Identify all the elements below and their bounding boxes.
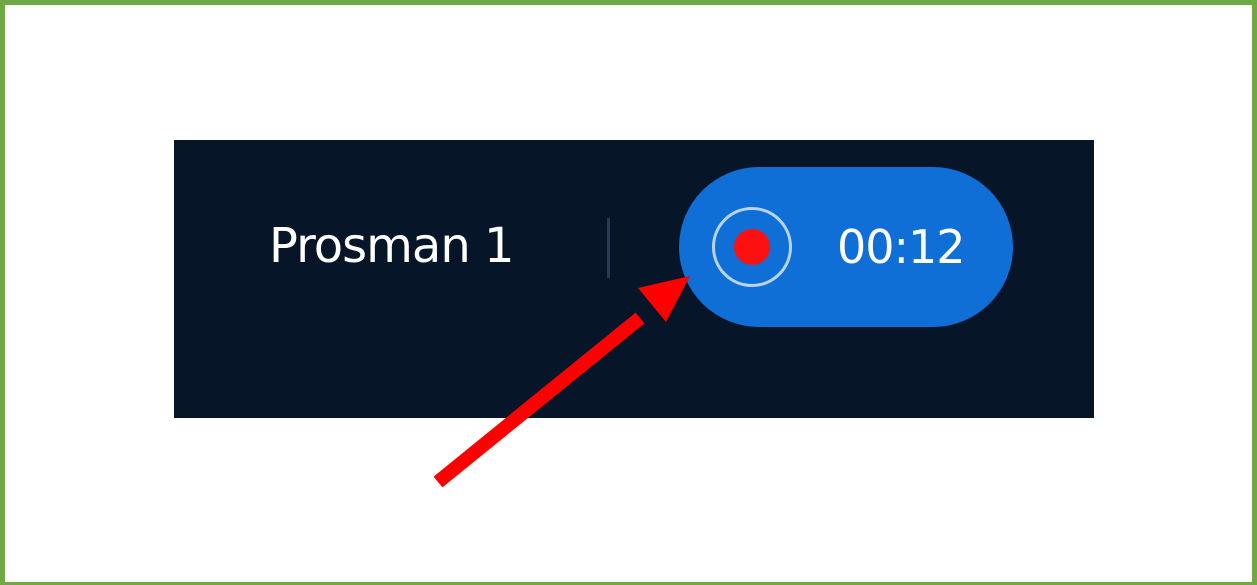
record-icon	[712, 207, 792, 287]
participant-name: Prosman 1	[269, 218, 515, 274]
toolbar-divider	[607, 218, 610, 278]
record-dot	[734, 229, 770, 265]
recording-indicator-button[interactable]: 00:12	[679, 167, 1013, 327]
recording-timer: 00:12	[837, 220, 966, 274]
recording-toolbar: Prosman 1 00:12	[174, 140, 1094, 418]
